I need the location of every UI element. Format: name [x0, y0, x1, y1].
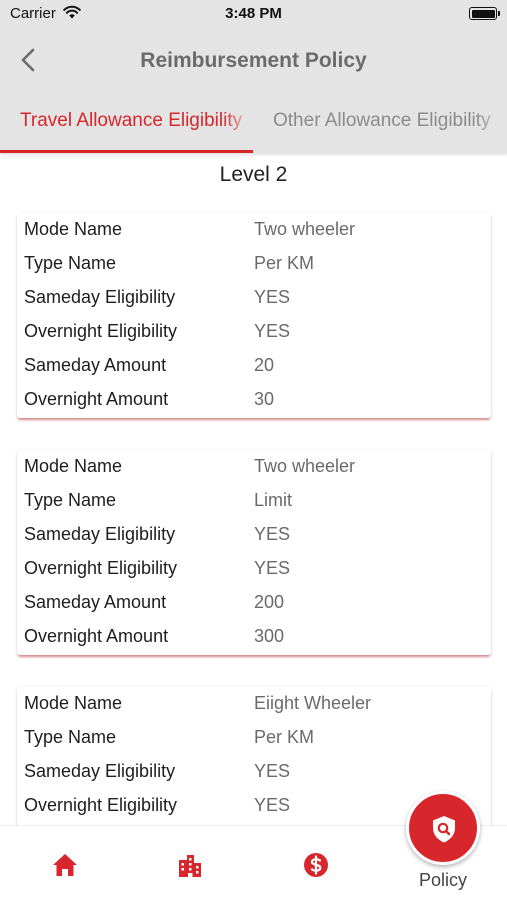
- card-row: Mode Name Two wheeler: [17, 213, 491, 247]
- row-key: Overnight Eligibility: [24, 321, 178, 341]
- dollar-icon: [304, 853, 328, 877]
- card-row: Overnight Amount 300: [17, 620, 491, 654]
- row-key: Type Name: [24, 253, 117, 273]
- row-value: YES: [254, 524, 291, 544]
- row-value: YES: [254, 761, 291, 781]
- eligibility-card: Mode Name Two wheeler Type Name Per KM Sam…: [17, 213, 491, 418]
- row-key: Overnight Eligibility: [24, 558, 178, 578]
- home-icon: [53, 854, 77, 876]
- card-row: Sameday Amount 200: [17, 586, 491, 620]
- row-key: Sameday Eligibility: [24, 287, 176, 307]
- battery-icon: [469, 7, 500, 20]
- row-key: Overnight Amount: [24, 389, 169, 409]
- status-bar: Carrier 3:48 PM: [0, 0, 507, 27]
- nav-policy-label: Policy: [418, 870, 467, 890]
- row-key: Overnight Amount: [24, 626, 169, 646]
- row-value: YES: [254, 558, 291, 578]
- row-value: Limit: [254, 490, 293, 510]
- company-icon: [179, 855, 201, 877]
- row-key: Type Name: [24, 727, 117, 747]
- card-row: Overnight Eligibility YES: [17, 315, 491, 349]
- row-value: YES: [254, 287, 291, 307]
- nav-company-button[interactable]: [175, 850, 205, 880]
- row-key: Overnight Eligibility: [24, 795, 178, 815]
- nav-home-button[interactable]: [50, 850, 80, 880]
- card-row: Sameday Eligibility YES: [17, 281, 491, 315]
- card-row: Type Name Limit: [17, 484, 491, 518]
- policy-shield-icon: [433, 816, 455, 843]
- row-value: Per KM: [254, 727, 315, 747]
- app-header: Reimbursement Policy Travel Allowance El…: [0, 27, 507, 153]
- card-row: Overnight Eligibility YES: [17, 552, 491, 586]
- status-time: 3:48 PM: [225, 5, 282, 22]
- row-value: 200: [254, 592, 285, 612]
- row-value: 30: [254, 389, 275, 409]
- eligibility-card: Mode Name Two wheeler Type Name Limit Same…: [17, 450, 491, 655]
- row-key: Sameday Amount: [24, 592, 167, 612]
- row-value: 300: [254, 626, 285, 646]
- row-key: Sameday Eligibility: [24, 761, 176, 781]
- card-row: Type Name Per KM: [17, 721, 491, 755]
- row-value: YES: [254, 321, 291, 341]
- row-value: Per KM: [254, 253, 315, 273]
- tab-travel-allowance[interactable]: Travel Allowance Eligibility: [0, 101, 253, 153]
- row-value: Two wheeler: [254, 219, 356, 239]
- row-key: Sameday Amount: [24, 355, 167, 375]
- row-key: Type Name: [24, 490, 117, 510]
- card-row: Sameday Amount 20: [17, 349, 491, 383]
- row-value: Eiight Wheeler: [254, 693, 372, 713]
- row-key: Sameday Eligibility: [24, 524, 176, 544]
- card-row: Type Name Per KM: [17, 247, 491, 281]
- tab-label: Other Allowance Eligibility: [273, 110, 491, 131]
- tab-other-allowance[interactable]: Other Allowance Eligibility: [253, 101, 507, 153]
- tab-bar: Travel Allowance Eligibility Other Allow…: [0, 101, 507, 153]
- nav-reimbursement-button[interactable]: [301, 850, 331, 880]
- card-row: Mode Name Eiight Wheeler: [17, 687, 491, 721]
- card-row: Overnight Amount 30: [17, 383, 491, 417]
- row-key: Mode Name: [24, 693, 123, 713]
- level-title: Level 2: [219, 163, 288, 186]
- content-scroll-area[interactable]: Level 2 Mode Name Two wheeler Type Name Pe…: [0, 153, 507, 825]
- page-title: Reimbursement Policy: [140, 49, 367, 72]
- card-row: Sameday Eligibility YES: [17, 755, 491, 789]
- row-value: Two wheeler: [254, 456, 356, 476]
- card-row: Sameday Eligibility YES: [17, 518, 491, 552]
- row-value: 20: [254, 355, 275, 375]
- card-row: Mode Name Two wheeler: [17, 450, 491, 484]
- row-key: Mode Name: [24, 219, 123, 239]
- row-value: YES: [254, 795, 291, 815]
- tab-label: Travel Allowance Eligibility: [20, 110, 243, 131]
- policy-nav-button[interactable]: [406, 791, 480, 865]
- row-key: Mode Name: [24, 456, 123, 476]
